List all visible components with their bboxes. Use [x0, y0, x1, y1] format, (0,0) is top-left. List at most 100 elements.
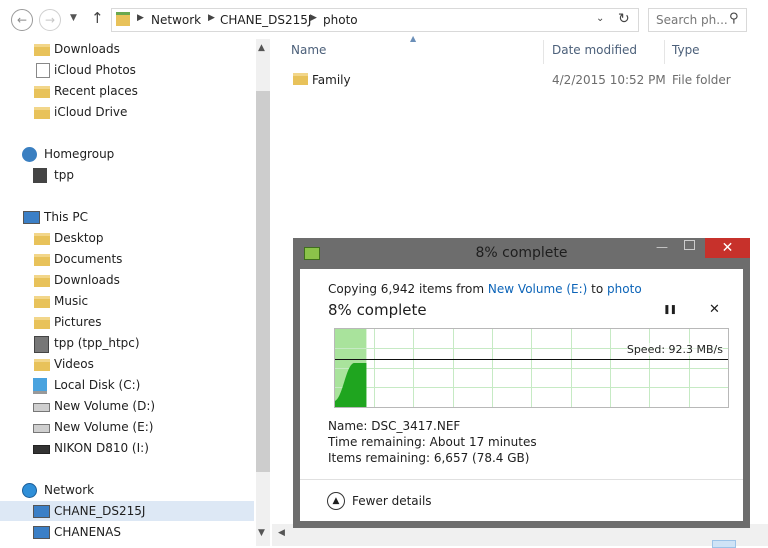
fewer-details-button[interactable]: Fewer details [352, 494, 432, 508]
scroll-left-icon[interactable]: ◀ [278, 528, 285, 538]
column-divider[interactable] [664, 40, 665, 64]
search-box[interactable]: Search ph... ⚲ [648, 8, 747, 32]
nav-item-downloads-pc[interactable]: Downloads [0, 270, 254, 290]
refresh-icon[interactable]: ↻ [618, 11, 630, 27]
cancel-button[interactable]: ✕ [709, 302, 720, 317]
nav-item-label: tpp (tpp_htpc) [54, 336, 140, 350]
speed-graph-canvas [335, 329, 728, 407]
drive-icon [33, 403, 50, 412]
nav-item-local-disk-c[interactable]: Local Disk (C:) [0, 375, 254, 395]
address-bar[interactable]: ▶ Network ▶ CHANE_DS215J ▶ photo ⌄ ↻ [111, 8, 639, 32]
speed-graph: Speed: 92.3 MB/s [334, 328, 729, 408]
nav-item-new-volume-e[interactable]: New Volume (E:) [0, 417, 254, 437]
nav-item-icloud-drive[interactable]: iCloud Drive [0, 102, 254, 122]
nav-item-tpp-htpc[interactable]: tpp (tpp_htpc) [0, 333, 254, 353]
file-name: Family [312, 73, 351, 87]
nav-item-label: Desktop [54, 231, 104, 245]
folder-icon [34, 107, 50, 119]
folder-icon [34, 233, 50, 245]
nav-item-music[interactable]: Music [0, 291, 254, 311]
copy-summary-to: to [591, 282, 604, 296]
scrollbar-thumb[interactable] [256, 91, 270, 472]
folder-icon [34, 296, 50, 308]
nav-item-label: Local Disk (C:) [54, 378, 141, 392]
breadcrumb-separator-icon: ▶ [310, 13, 317, 23]
nav-item-homegroup[interactable]: Homegroup [0, 144, 254, 164]
nav-item-desktop[interactable]: Desktop [0, 228, 254, 248]
maximize-icon[interactable] [684, 240, 695, 250]
breadcrumb-separator-icon: ▶ [137, 13, 144, 23]
folder-icon [293, 73, 308, 85]
search-icon[interactable]: ⚲ [729, 11, 739, 26]
scroll-down-icon[interactable]: ▼ [258, 528, 265, 538]
nav-item-label: New Volume (E:) [54, 420, 154, 434]
nav-item-tpp[interactable]: tpp [0, 165, 254, 185]
breadcrumb-chane-ds215j[interactable]: CHANE_DS215J [220, 13, 311, 27]
column-header-date-modified[interactable]: Date modified [552, 43, 637, 57]
forward-arrow-icon[interactable]: → [39, 9, 61, 31]
network-folder-icon [116, 12, 130, 26]
nav-item-label: tpp [54, 168, 74, 182]
nav-item-label: New Volume (D:) [54, 399, 156, 413]
camera-drive-icon [33, 445, 50, 454]
view-details-icon[interactable] [712, 540, 736, 548]
column-header-type[interactable]: Type [672, 43, 700, 57]
time-label: Time remaining: [328, 435, 426, 449]
folder-icon [34, 254, 50, 266]
nav-item-label: Network [44, 483, 95, 497]
nav-item-chane-ds215j[interactable]: CHANE_DS215J [0, 501, 254, 521]
column-divider[interactable] [543, 40, 544, 64]
dialog-body: Copying 6,942 items from New Volume (E:)… [300, 269, 743, 521]
close-button[interactable]: ✕ [705, 238, 750, 258]
nav-item-downloads[interactable]: Downloads [0, 39, 254, 59]
homegroup-icon [22, 147, 37, 162]
up-arrow-icon[interactable]: ↑ [91, 9, 104, 27]
nav-item-network[interactable]: Network [0, 480, 254, 500]
nav-item-icloud-photos[interactable]: iCloud Photos [0, 60, 254, 80]
scroll-up-icon[interactable]: ▲ [258, 43, 265, 53]
nav-item-label: This PC [44, 210, 88, 224]
speed-label: Speed: 92.3 MB/s [626, 343, 723, 356]
computer-icon [33, 505, 50, 518]
source-link[interactable]: New Volume (E:) [488, 282, 587, 296]
minimize-icon[interactable]: — [656, 240, 668, 254]
items-label: Items remaining: [328, 451, 431, 465]
detail-name: Name: DSC_3417.NEF [328, 419, 460, 433]
nav-item-videos[interactable]: Videos [0, 354, 254, 374]
copy-summary: Copying 6,942 items from New Volume (E:)… [328, 282, 642, 296]
column-header-name[interactable]: Name [291, 43, 326, 57]
navigation-pane: Downloads iCloud Photos Recent places iC… [0, 39, 256, 546]
breadcrumb-photo[interactable]: photo [323, 13, 358, 27]
nav-item-label: CHANE_DS215J [54, 504, 146, 518]
nav-item-label: Videos [54, 357, 94, 371]
nav-item-this-pc[interactable]: This PC [0, 207, 254, 227]
items-value: 6,657 (78.4 GB) [433, 451, 530, 465]
time-value: About 17 minutes [429, 435, 537, 449]
breadcrumb-network[interactable]: Network [151, 13, 201, 27]
destination-link[interactable]: photo [607, 282, 642, 296]
network-icon [22, 483, 37, 498]
nav-item-documents[interactable]: Documents [0, 249, 254, 269]
nav-item-nikon-d810[interactable]: NIKON D810 (I:) [0, 438, 254, 458]
address-dropdown-chevron-icon[interactable]: ⌄ [596, 13, 604, 24]
nav-item-recent-places[interactable]: Recent places [0, 81, 254, 101]
nav-item-label: Homegroup [44, 147, 115, 161]
folder-icon [34, 86, 50, 98]
nav-item-pictures[interactable]: Pictures [0, 312, 254, 332]
nav-item-chanenas[interactable]: CHANENAS [0, 522, 254, 542]
network-drive-icon [34, 336, 49, 353]
nav-item-label: Downloads [54, 42, 120, 56]
recent-locations-chevron-icon[interactable]: ▼ [70, 13, 77, 23]
folder-download-icon [34, 44, 50, 56]
drive-icon [33, 424, 50, 433]
nav-item-new-volume-d[interactable]: New Volume (D:) [0, 396, 254, 416]
file-row[interactable]: Family 4/2/2015 10:52 PM File folder [286, 68, 756, 92]
nav-item-label: Pictures [54, 315, 102, 329]
nav-item-label: Documents [54, 252, 123, 266]
chevron-up-icon[interactable]: ▲ [327, 492, 345, 510]
windows-drive-icon [33, 378, 47, 394]
back-arrow-icon[interactable]: ← [11, 9, 33, 31]
search-input[interactable]: Search ph... [656, 13, 728, 27]
copy-summary-text: Copying 6,942 items from [328, 282, 485, 296]
pause-button[interactable]: ❚❚ [663, 305, 677, 315]
